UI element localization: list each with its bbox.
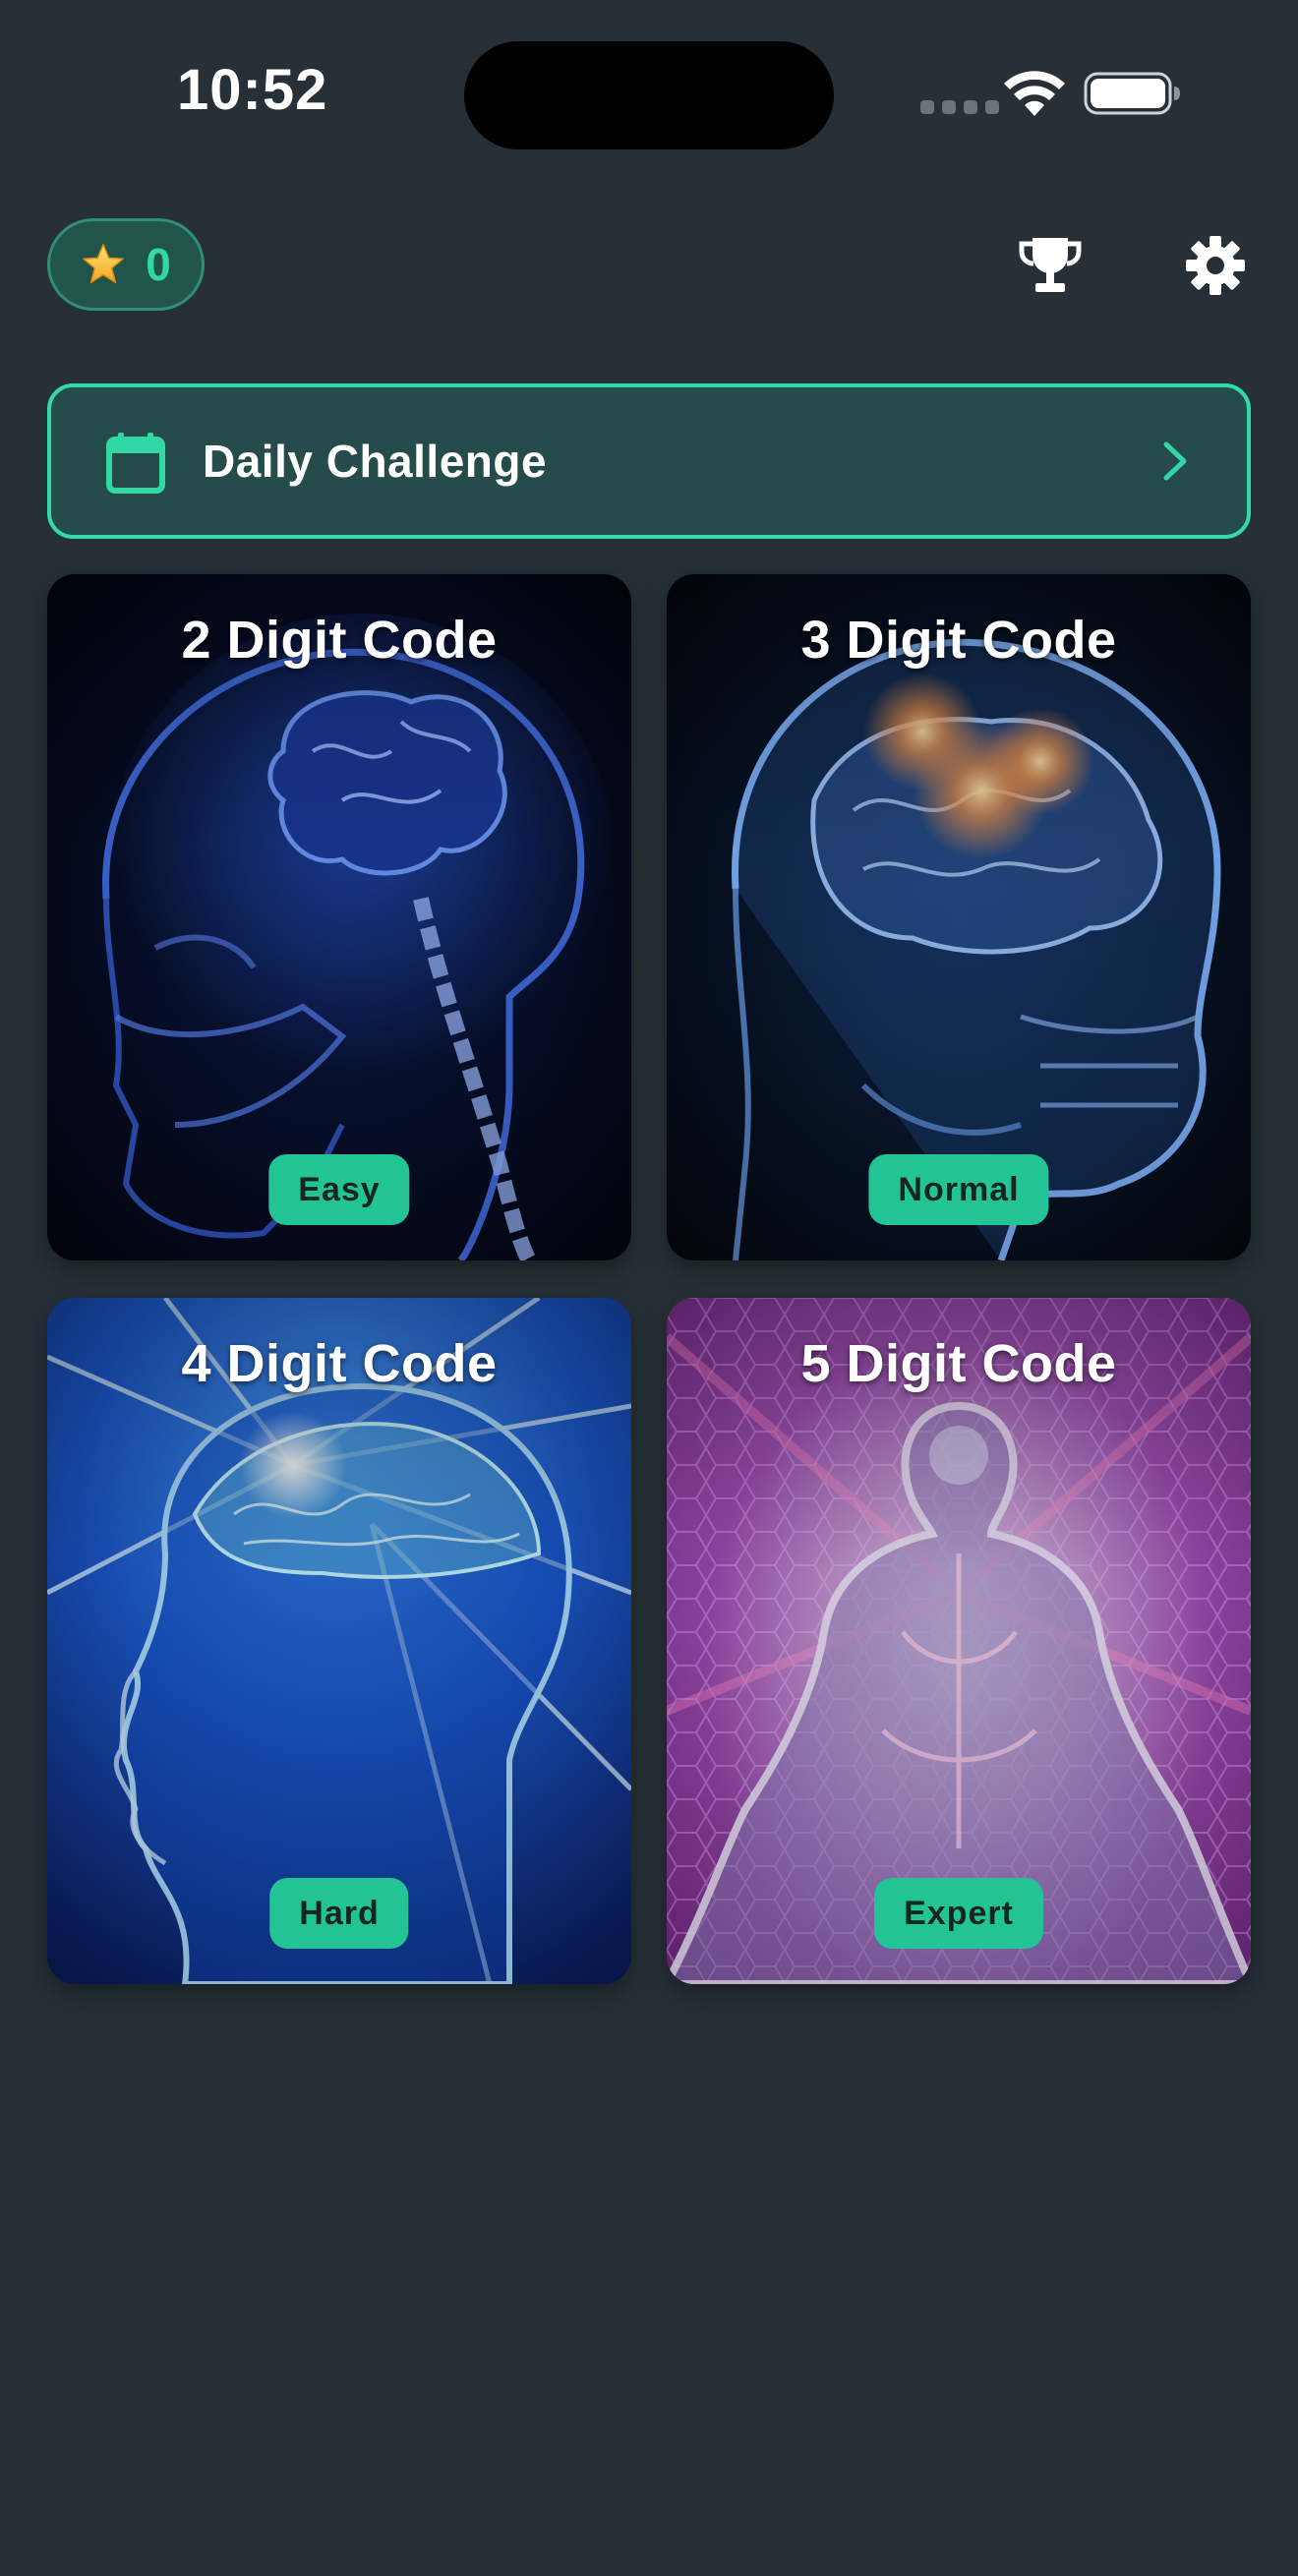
calendar-icon [106, 433, 165, 494]
level-card-5-digit[interactable]: 5 Digit Code Expert [667, 1298, 1251, 1984]
difficulty-badge: Expert [874, 1878, 1043, 1949]
difficulty-badge: Hard [269, 1878, 409, 1949]
gear-icon[interactable] [1184, 234, 1247, 297]
status-time: 10:52 [177, 58, 328, 122]
dynamic-island [464, 41, 834, 149]
level-card-4-digit[interactable]: 4 Digit Code Hard [47, 1298, 631, 1984]
level-card-2-digit[interactable]: 2 Digit Code Easy [47, 574, 631, 1260]
wifi-icon [1004, 71, 1065, 116]
level-title: 3 Digit Code [800, 611, 1117, 670]
cellular-signal-icon [920, 100, 999, 114]
star-count: 0 [146, 239, 171, 290]
level-title: 4 Digit Code [181, 1334, 498, 1393]
difficulty-badge: Easy [268, 1154, 410, 1225]
difficulty-badge: Normal [868, 1154, 1049, 1225]
star-icon [83, 244, 125, 283]
level-title: 5 Digit Code [800, 1334, 1117, 1393]
level-title: 2 Digit Code [181, 611, 498, 670]
daily-challenge-label: Daily Challenge [203, 436, 548, 487]
level-card-3-digit[interactable]: 3 Digit Code Normal [667, 574, 1251, 1260]
daily-challenge-button[interactable]: Daily Challenge [47, 383, 1251, 539]
battery-icon [1084, 72, 1180, 115]
chevron-right-icon [1163, 441, 1187, 481]
status-bar: 10:52 [0, 0, 1298, 187]
trophy-icon[interactable] [1019, 236, 1082, 295]
star-score-badge: 0 [47, 218, 205, 311]
